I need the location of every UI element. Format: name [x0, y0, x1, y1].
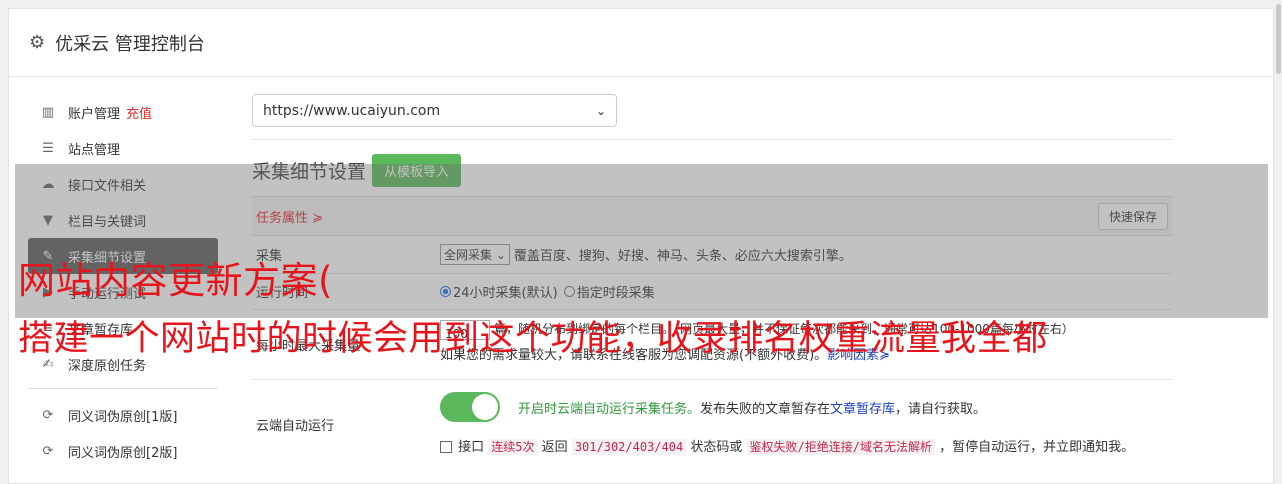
sidebar-item-label: 账户管理	[68, 106, 121, 122]
watermark-line2: 搭建一个网站时的时候会用到这个功能，收录排名权重流量我全都	[18, 319, 1048, 359]
code-status: 301/302/403/404	[571, 439, 687, 455]
collect-type-select[interactable]: 全网采集 ⌄	[440, 244, 510, 265]
cloud-upload-icon: ☁	[41, 176, 55, 192]
main-content: https://www.ucaiyun.com ⌄ 采集细节设置 从模板导入 任…	[252, 94, 1172, 468]
server-icon: ☰	[42, 140, 54, 156]
cloud-auto-green: 开启时云端自动运行采集任务。	[518, 401, 701, 417]
pause-checkbox[interactable]	[440, 441, 452, 453]
section-title: 采集细节设置	[252, 160, 367, 183]
sidebar-item-account[interactable]: ▥ 账户管理 充值	[28, 94, 218, 130]
import-template-button[interactable]: 从模板导入	[372, 153, 462, 187]
sidebar-item-label: 接口文件相关	[68, 178, 147, 194]
radio-24h[interactable]	[440, 286, 451, 297]
sidebar-item-label: 栏目与关键词	[68, 214, 147, 230]
sidebar-item-synonym-v1[interactable]: ⟳ 同义词伪原创[1版]	[28, 397, 218, 433]
row-label: 云端自动运行	[256, 418, 335, 434]
row-run-time: 运行时间 24小时采集(默认) 指定时段采集	[252, 274, 1172, 310]
recharge-link[interactable]: 充值	[126, 103, 152, 122]
chk-label: 接口	[458, 440, 485, 455]
sidebar-item-sites[interactable]: ☰ 站点管理	[28, 130, 218, 166]
chevron-down-icon: ⌄	[495, 248, 506, 262]
article-storage-link[interactable]: 文章暂存库	[830, 398, 895, 417]
gear-icon: ⚙	[29, 32, 46, 53]
refresh-icon: ⟳	[42, 443, 54, 459]
bar-chart-icon: ▥	[41, 104, 55, 120]
code-consecutive: 连续5次	[488, 439, 538, 455]
section-header: 采集细节设置 从模板导入	[252, 153, 1172, 187]
sidebar-item-label: 同义词伪原创[1版]	[68, 409, 178, 425]
task-attributes-toggle[interactable]: 任务属性 ≽	[256, 207, 323, 226]
row-value: 全网采集 ⌄ 覆盖百度、搜狗、好搜、神马、头条、必应六大搜索引擎。	[440, 236, 1172, 273]
chevron-down-icon: ⌄	[595, 103, 606, 118]
watermark-line1: 网站内容更新方案(	[18, 259, 333, 302]
cloud-auto-line1: 开启时云端自动运行采集任务。 发布失败的文章暂存在 文章暂存库 ，请自行获取。	[440, 392, 1172, 422]
radio-time-range[interactable]	[563, 286, 575, 297]
row-value: 24小时采集(默认) 指定时段采集	[440, 274, 1172, 309]
divider	[252, 139, 1172, 140]
sidebar-item-interface-files[interactable]: ☁ 接口文件相关	[28, 166, 218, 202]
radio-24h-label: 24小时采集(默认)	[453, 286, 558, 301]
sidebar-item-label: 站点管理	[68, 142, 121, 158]
cloud-auto-desc-b: ，请自行获取。	[895, 401, 987, 417]
sidebar-divider	[28, 388, 218, 389]
site-select-value: https://www.ucaiyun.com	[263, 102, 441, 119]
radio-time-range-label: 指定时段采集	[576, 286, 655, 301]
sidebar-item-synonym-v2[interactable]: ⟳ 同义词伪原创[2版]	[28, 433, 218, 469]
row-collect-type: 采集 全网采集 ⌄ 覆盖百度、搜狗、好搜、神马、头条、必应六大搜索引擎。	[252, 236, 1172, 274]
cloud-auto-line2: 接口 连续5次 返回 301/302/403/404 状态码或 鉴权失败/拒绝连…	[440, 436, 1172, 455]
text-return: 返回	[541, 440, 568, 455]
collect-type-desc: 覆盖百度、搜狗、好搜、神马、头条、必应六大搜索引擎。	[513, 249, 852, 264]
sidebar-item-columns-keywords[interactable]: ▼ 栏目与关键词	[28, 202, 218, 238]
site-select[interactable]: https://www.ucaiyun.com ⌄	[252, 94, 617, 127]
panel-header: ⚙ 优采云 管理控制台	[9, 9, 1273, 77]
quick-save-button[interactable]: 快速保存	[1097, 202, 1168, 230]
row-value: 开启时云端自动运行采集任务。 发布失败的文章暂存在 文章暂存库 ，请自行获取。 …	[440, 380, 1172, 468]
cloud-auto-desc-a: 发布失败的文章暂存在	[700, 401, 831, 417]
page-title: 优采云 管理控制台	[55, 33, 205, 55]
scrollbar[interactable]	[1275, 0, 1282, 484]
scrollbar-thumb[interactable]	[1276, 4, 1281, 74]
row-cloud-auto: 云端自动运行 开启时云端自动运行采集任务。 发布失败的文章暂存在 文章暂存库 ，…	[252, 380, 1172, 468]
code-errors: 鉴权失败/拒绝连接/域名无法解析	[746, 439, 935, 455]
text-status: 状态码或	[690, 440, 743, 455]
refresh-icon: ⟳	[42, 407, 54, 423]
cloud-auto-toggle[interactable]	[440, 392, 500, 422]
task-attributes-bar: 任务属性 ≽ 快速保存	[252, 196, 1172, 236]
text-pause: ，暂停自动运行，并立即通知我。	[939, 440, 1135, 455]
sidebar-item-label: 同义词伪原创[2版]	[68, 445, 178, 461]
filter-icon: ▼	[43, 212, 53, 228]
collect-type-select-value: 全网采集	[444, 248, 493, 262]
